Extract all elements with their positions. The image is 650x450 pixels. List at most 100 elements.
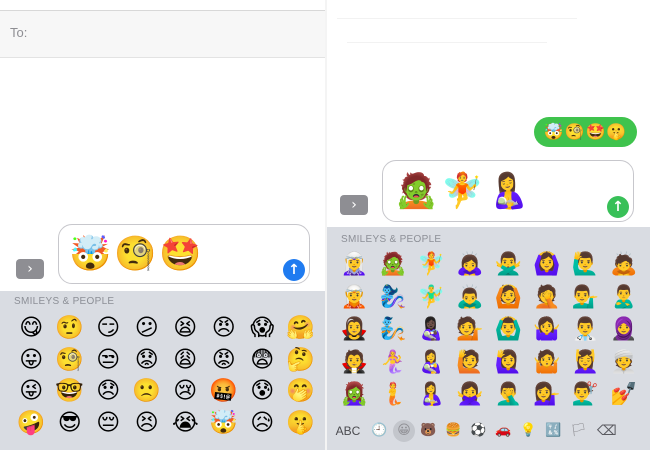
emoji-key[interactable]: 🤷 xyxy=(528,347,567,380)
emoji-key[interactable]: 💁‍♀️ xyxy=(528,379,567,412)
emoji-key[interactable]: 🤱 xyxy=(412,379,451,412)
arrow-up-icon: ↑ xyxy=(612,199,624,215)
emoji-key[interactable]: 👩‍🍼 xyxy=(412,347,451,380)
emoji-key[interactable]: 😰 xyxy=(243,376,282,408)
emoji-key[interactable]: 🤪 xyxy=(12,408,51,440)
to-label: To: xyxy=(10,25,28,40)
emoji-key[interactable]: 😕 xyxy=(128,313,167,345)
emoji-key[interactable]: 🤔 xyxy=(282,345,321,377)
emoji-key[interactable]: 😢 xyxy=(166,376,205,408)
emoji-key[interactable]: 🧞 xyxy=(374,314,413,347)
expand-apps-button[interactable]: › xyxy=(16,259,44,279)
travel-category-icon[interactable]: 🚗 xyxy=(491,420,516,442)
emoji-key[interactable]: 🙅‍♂️ xyxy=(489,249,528,282)
emoji-key[interactable]: 🙎‍♂️ xyxy=(605,282,644,315)
backspace-icon[interactable]: ⌫ xyxy=(597,423,617,439)
emoji-key[interactable]: 🧚‍♂️ xyxy=(412,282,451,315)
sent-message-bubble[interactable]: 🤯🧐🤩🤫 xyxy=(534,117,637,147)
emoji-key[interactable]: 😒 xyxy=(89,345,128,377)
emoji-key[interactable]: 💅 xyxy=(605,379,644,412)
emoji-key[interactable]: 😋 xyxy=(12,313,51,345)
recipient-bar[interactable]: To: xyxy=(0,10,325,58)
emoji-key[interactable]: 🧐 xyxy=(51,345,90,377)
emoji-key[interactable]: 🙋‍♂️ xyxy=(566,249,605,282)
smileys-category-icon[interactable]: 😀 xyxy=(393,420,415,442)
emoji-key[interactable]: 🧞‍♀️ xyxy=(374,282,413,315)
compose-emoji: 🤯 xyxy=(69,234,112,274)
emoji-key[interactable]: 🙋 xyxy=(451,347,490,380)
emoji-key[interactable]: 😨 xyxy=(243,345,282,377)
emoji-key[interactable]: 😱 xyxy=(243,313,282,345)
emoji-key[interactable]: 💁 xyxy=(451,314,490,347)
right-message-screen: 🤯🧐🤩🤫 › 🧟 🧚 🤱 ↑ SMILEYS & PEOPLE 🧝‍♀️ 🧟 🧚 🙇‍… xyxy=(327,0,650,450)
emoji-key[interactable]: 😫 xyxy=(166,313,205,345)
activity-category-icon[interactable]: ⚽ xyxy=(466,420,491,442)
emoji-key[interactable]: 😣 xyxy=(128,408,167,440)
abc-keyboard-button[interactable]: ABC xyxy=(329,424,367,438)
emoji-key[interactable]: 🙆‍♀️ xyxy=(528,249,567,282)
emoji-key[interactable]: 🧝‍♀️ xyxy=(335,249,374,282)
emoji-key[interactable]: 🧟 xyxy=(374,249,413,282)
emoji-key[interactable]: 😏 xyxy=(89,313,128,345)
emoji-key[interactable]: 😎 xyxy=(51,408,90,440)
emoji-key[interactable]: 🙇‍♂️ xyxy=(451,282,490,315)
emoji-key[interactable]: 🧝 xyxy=(335,282,374,315)
emoji-key[interactable]: 🤯 xyxy=(205,408,244,440)
emoji-key[interactable]: 😥 xyxy=(243,408,282,440)
emoji-key[interactable]: 🤫 xyxy=(282,408,321,440)
recent-category-icon[interactable]: 🕘 xyxy=(367,420,392,442)
expand-apps-button[interactable]: › xyxy=(340,195,368,215)
emoji-key[interactable]: 😔 xyxy=(89,408,128,440)
symbols-category-icon[interactable]: 🔣 xyxy=(541,420,566,442)
emoji-key[interactable]: 🙇‍♀️ xyxy=(451,249,490,282)
emoji-key[interactable]: 😠 xyxy=(205,313,244,345)
emoji-key[interactable]: 💇‍♂️ xyxy=(566,379,605,412)
emoji-key[interactable]: 🧛 xyxy=(335,347,374,380)
emoji-key[interactable]: 🤦‍♂️ xyxy=(489,379,528,412)
message-compose-field[interactable]: 🤯 🧐 🤩 ↑ xyxy=(58,224,310,284)
emoji-key[interactable]: 🧟‍♀️ xyxy=(335,379,374,412)
emoji-key[interactable]: 👨‍⚕️ xyxy=(566,314,605,347)
emoji-key[interactable]: 👳 xyxy=(605,347,644,380)
chevron-right-icon: › xyxy=(351,197,357,213)
emoji-key[interactable]: 👩🏿‍🍼 xyxy=(412,314,451,347)
emoji-key[interactable]: 😛 xyxy=(12,345,51,377)
emoji-key[interactable]: 😞 xyxy=(89,376,128,408)
emoji-key[interactable]: 🤦 xyxy=(528,282,567,315)
emoji-key[interactable]: 😭 xyxy=(166,408,205,440)
emoji-key[interactable]: 🙋‍♀️ xyxy=(489,347,528,380)
emoji-key[interactable]: 🤗 xyxy=(282,313,321,345)
emoji-key[interactable]: 🙁 xyxy=(128,376,167,408)
keyboard-section-title: SMILEYS & PEOPLE xyxy=(14,296,115,307)
emoji-grid: 😋 🤨 😏 😕 😫 😠 😱 🤗 😛 🧐 😒 😟 😩 😡 😨 🤔 😜 🤓 😞 🙁 😢 🤬 😰 🤭 🤪 😎 😔 😣 😭 🤯 😥 🤫 xyxy=(12,313,320,439)
emoji-key[interactable]: 🤨 xyxy=(51,313,90,345)
emoji-key[interactable]: 🤷‍♀️ xyxy=(528,314,567,347)
emoji-key[interactable]: 🧛‍♀️ xyxy=(335,314,374,347)
emoji-key[interactable]: 💁‍♂️ xyxy=(566,282,605,315)
emoji-key[interactable]: 🙅‍♀️ xyxy=(451,379,490,412)
emoji-key[interactable]: 🙆 xyxy=(489,282,528,315)
objects-category-icon[interactable]: 💡 xyxy=(516,420,541,442)
emoji-key[interactable]: 😡 xyxy=(205,345,244,377)
send-button[interactable]: ↑ xyxy=(607,196,629,218)
message-compose-field[interactable]: 🧟 🧚 🤱 ↑ xyxy=(382,160,634,222)
emoji-key[interactable]: 🙇 xyxy=(605,249,644,282)
animals-category-icon[interactable]: 🐻 xyxy=(416,420,441,442)
emoji-key[interactable]: 🧜‍♀️ xyxy=(374,347,413,380)
flags-category-icon[interactable]: 🏳 xyxy=(566,420,591,442)
emoji-key[interactable]: 💆‍♀️ xyxy=(566,347,605,380)
emoji-key[interactable]: 🤓 xyxy=(51,376,90,408)
emoji-key[interactable]: 😟 xyxy=(128,345,167,377)
food-category-icon[interactable]: 🍔 xyxy=(441,420,466,442)
emoji-key[interactable]: 😩 xyxy=(166,345,205,377)
emoji-key[interactable]: 🧚 xyxy=(412,249,451,282)
compose-emoji: 🤩 xyxy=(159,234,202,274)
emoji-key[interactable]: 🧜 xyxy=(374,379,413,412)
send-button[interactable]: ↑ xyxy=(283,259,305,281)
emoji-key[interactable]: 🤭 xyxy=(282,376,321,408)
emoji-key[interactable]: 🙆‍♂️ xyxy=(489,314,528,347)
emoji-key[interactable]: 🧕 xyxy=(605,314,644,347)
emoji-key[interactable]: 🤬 xyxy=(205,376,244,408)
left-message-screen: To: › 🤯 🧐 🤩 ↑ SMILEYS & PEOPLE 😋 🤨 😏 😕 😫 😠 😱 🤗 😛… xyxy=(0,0,325,450)
emoji-key[interactable]: 😜 xyxy=(12,376,51,408)
